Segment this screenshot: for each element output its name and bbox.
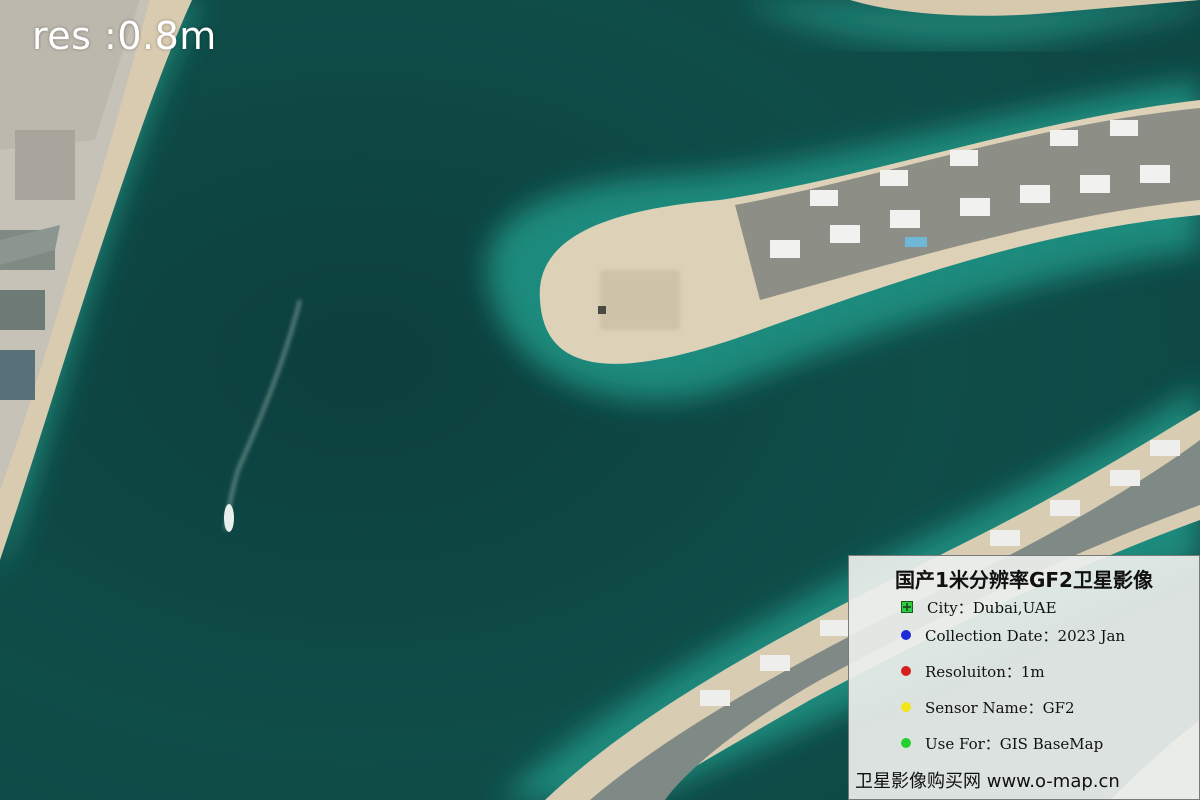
resolution-label: res :0.8m	[32, 14, 217, 58]
green-dot-icon	[901, 738, 911, 748]
legend-item-city: City：Dubai,UAE	[901, 596, 1057, 618]
legend-date-text: Collection Date：2023 Jan	[925, 626, 1126, 645]
legend-use-text: Use For：GIS BaseMap	[925, 734, 1104, 753]
yellow-dot-icon	[901, 702, 911, 712]
legend-item-resolution: Resoluiton：1m	[901, 660, 1045, 682]
legend-item-use: Use For：GIS BaseMap	[901, 732, 1103, 754]
legend-title: 国产1米分辨率GF2卫星影像	[895, 568, 1153, 592]
red-dot-icon	[901, 666, 911, 676]
legend-item-sensor: Sensor Name：GF2	[901, 696, 1075, 718]
city-marker-icon	[901, 601, 913, 613]
blue-dot-icon	[901, 630, 911, 640]
legend-footer: 卫星影像购买网 www.o-map.cn	[855, 771, 1120, 792]
legend-panel: 国产1米分辨率GF2卫星影像 City：Dubai,UAE Collection…	[848, 555, 1200, 800]
legend-resolution-text: Resoluiton：1m	[925, 662, 1045, 681]
legend-sensor-text: Sensor Name：GF2	[925, 698, 1075, 717]
legend-city-text: City：Dubai,UAE	[927, 598, 1057, 617]
legend-item-date: Collection Date：2023 Jan	[901, 624, 1125, 646]
